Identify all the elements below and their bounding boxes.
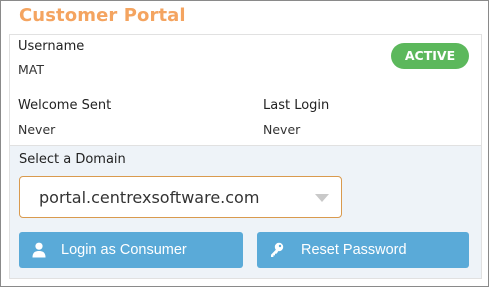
login-as-consumer-button[interactable]: Login as Consumer: [19, 232, 243, 268]
domain-select-label: Select a Domain: [19, 152, 126, 167]
welcome-sent-label: Welcome Sent: [18, 98, 112, 113]
customer-portal-panel: Customer Portal Username MAT ACTIVE Welc…: [0, 0, 489, 287]
username-value: MAT: [18, 62, 45, 77]
reset-password-button[interactable]: Reset Password: [257, 232, 469, 268]
last-login-value: Never: [263, 122, 301, 137]
domain-section: Select a Domain portal.centrexsoftware.c…: [9, 146, 482, 279]
key-icon: [270, 242, 284, 258]
user-icon: [32, 242, 46, 258]
welcome-sent-value: Never: [18, 122, 56, 137]
username-label: Username: [18, 39, 85, 54]
panel-title: Customer Portal: [19, 5, 186, 26]
status-badge: ACTIVE: [391, 43, 469, 69]
domain-select[interactable]: portal.centrexsoftware.com: [19, 176, 342, 218]
account-info: Username MAT ACTIVE Welcome Sent Never L…: [9, 34, 482, 146]
reset-button-label: Reset Password: [301, 242, 407, 258]
domain-select-value: portal.centrexsoftware.com: [39, 188, 260, 207]
chevron-down-icon: [315, 194, 329, 202]
login-button-label: Login as Consumer: [61, 242, 187, 258]
last-login-label: Last Login: [263, 98, 330, 113]
